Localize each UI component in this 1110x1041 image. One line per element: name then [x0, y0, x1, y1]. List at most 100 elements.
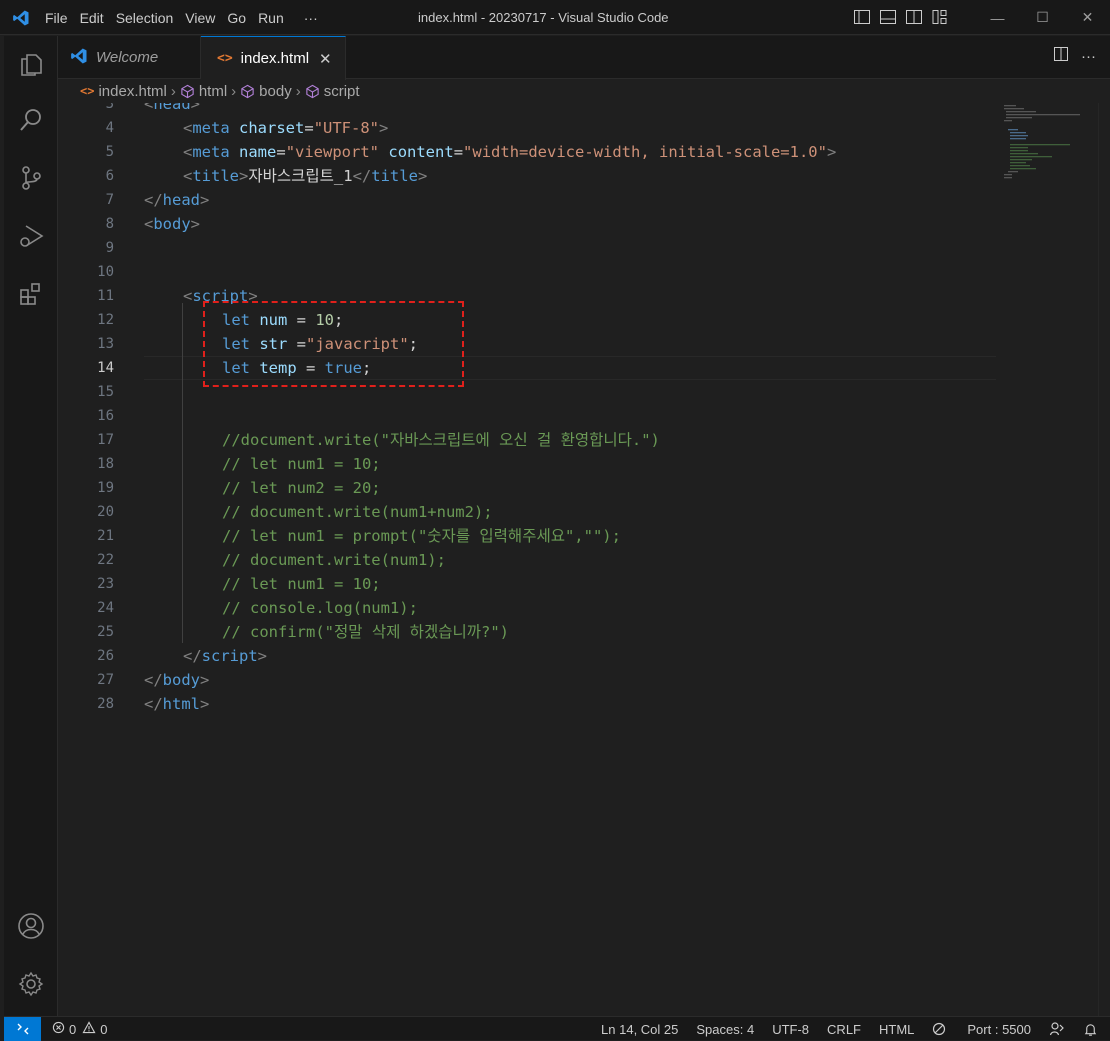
- remote-indicator-icon[interactable]: [4, 1017, 41, 1041]
- live-server-port[interactable]: Port : 5500: [932, 1022, 1031, 1037]
- line-number: 22: [97, 552, 114, 568]
- line-number: 7: [105, 192, 114, 208]
- accounts-status-icon[interactable]: [1049, 1021, 1065, 1037]
- line-number: 6: [105, 168, 114, 184]
- explorer-icon[interactable]: [4, 42, 58, 86]
- tab-welcome-label: Welcome: [96, 49, 159, 66]
- code-line: </script>: [183, 647, 268, 665]
- menu-go[interactable]: Go: [222, 10, 251, 26]
- line-number: 17: [97, 432, 114, 448]
- warning-icon: [82, 1021, 96, 1037]
- line-number: 9: [105, 240, 114, 256]
- breadcrumb-file[interactable]: index.html: [98, 83, 166, 100]
- line-number: 10: [97, 264, 114, 280]
- code-line: <title>자바스크립트_1</title>: [183, 167, 428, 185]
- line-number: 5: [105, 144, 114, 160]
- line-number-active: 14: [97, 360, 114, 376]
- symbol-element-icon: [240, 84, 255, 99]
- line-number: 16: [97, 408, 114, 424]
- warning-count: 0: [100, 1021, 108, 1037]
- manage-gear-icon[interactable]: [4, 962, 58, 1006]
- editor-tabs: Welcome <> index.html ✕ ···: [58, 36, 1110, 80]
- symbol-element-icon: [180, 84, 195, 99]
- split-editor-icon[interactable]: [1053, 46, 1069, 66]
- line-number: 21: [97, 528, 114, 544]
- symbol-element-icon: [305, 84, 320, 99]
- line-number: 26: [97, 648, 114, 664]
- toggle-panel-icon[interactable]: [879, 8, 897, 26]
- menu-more[interactable]: ···: [299, 10, 323, 26]
- line-number: 25: [97, 624, 114, 640]
- search-icon[interactable]: [4, 98, 58, 142]
- language-mode[interactable]: HTML: [879, 1022, 914, 1037]
- menu-file[interactable]: File: [40, 10, 73, 26]
- close-window-button[interactable]: ✕: [1065, 0, 1110, 35]
- code-line: </body>: [144, 671, 210, 689]
- line-number: 8: [105, 216, 114, 232]
- code-line: </html>: [144, 695, 210, 713]
- tab-index-html[interactable]: <> index.html ✕: [201, 36, 346, 80]
- toggle-primary-sidebar-icon[interactable]: [853, 8, 871, 26]
- line-number: 24: [97, 600, 114, 616]
- menu-run[interactable]: Run: [253, 10, 289, 26]
- breadcrumb-script[interactable]: script: [324, 83, 360, 100]
- source-control-icon[interactable]: [4, 156, 58, 200]
- cursor-position[interactable]: Ln 14, Col 25: [601, 1022, 678, 1037]
- tab-welcome[interactable]: Welcome: [58, 36, 201, 79]
- line-number: 23: [97, 576, 114, 592]
- code-editor[interactable]: 3 4 5 6 7 8 9 10 11 12 13 14 15 16 17 18…: [58, 103, 1110, 1016]
- status-bar: 0 0 Ln 14, Col 25 Spaces: 4 UTF-8 CRLF H…: [4, 1016, 1110, 1041]
- activity-bar: [4, 36, 58, 1016]
- problems-indicator[interactable]: 0 0: [52, 1021, 107, 1037]
- line-number: 13: [97, 336, 114, 352]
- toggle-secondary-sidebar-icon[interactable]: [905, 8, 923, 26]
- menu-edit[interactable]: Edit: [75, 10, 109, 26]
- extensions-icon[interactable]: [4, 272, 58, 316]
- window-controls: — ☐ ✕: [975, 0, 1110, 35]
- vertical-scrollbar[interactable]: [1098, 103, 1110, 1016]
- breadcrumb-html[interactable]: html: [199, 83, 227, 100]
- line-number: 12: [97, 312, 114, 328]
- code-line: <meta name="viewport" content="width=dev…: [183, 143, 837, 161]
- chevron-right-icon: ›: [231, 82, 237, 100]
- menu-selection[interactable]: Selection: [111, 10, 179, 26]
- line-number: 18: [97, 456, 114, 472]
- minimize-button[interactable]: —: [975, 0, 1020, 35]
- vscode-icon: [70, 47, 88, 69]
- code-comment: // console.log(num1);: [222, 599, 418, 617]
- tab-actions: ···: [1053, 46, 1096, 66]
- chevron-right-icon: ›: [170, 82, 176, 100]
- encoding[interactable]: UTF-8: [772, 1022, 809, 1037]
- run-debug-icon[interactable]: [4, 214, 58, 258]
- code-comment: // let num1 = 10;: [222, 575, 381, 593]
- maximize-button[interactable]: ☐: [1020, 0, 1065, 35]
- html-file-icon: <>: [80, 84, 95, 98]
- window-title: index.html - 20230717 - Visual Studio Co…: [418, 10, 669, 25]
- menu-bar: File Edit Selection View Go Run ···: [40, 0, 325, 35]
- code-line: </head>: [144, 191, 210, 209]
- line-number: 28: [97, 696, 114, 712]
- code-comment: // let num1 = 10;: [222, 455, 381, 473]
- notifications-bell-icon[interactable]: [1083, 1022, 1098, 1037]
- code-line: <head>: [144, 103, 201, 113]
- code-comment: // let num1 = prompt("숫자를 입력해주세요","");: [222, 527, 621, 545]
- indentation[interactable]: Spaces: 4: [696, 1022, 754, 1037]
- close-tab-icon[interactable]: ✕: [319, 50, 332, 68]
- code-comment: // document.write(num1);: [222, 551, 446, 569]
- chevron-right-icon: ›: [295, 82, 301, 100]
- accounts-icon[interactable]: [4, 904, 58, 948]
- minimap[interactable]: [1002, 103, 1110, 183]
- breadcrumb-body[interactable]: body: [259, 83, 292, 100]
- line-number: 15: [97, 384, 114, 400]
- code-line: <body>: [144, 215, 201, 233]
- vscode-logo-icon[interactable]: [12, 9, 30, 32]
- error-count: 0: [69, 1021, 77, 1037]
- status-right: Ln 14, Col 25 Spaces: 4 UTF-8 CRLF HTML …: [583, 1021, 1098, 1037]
- customize-layout-icon[interactable]: [931, 8, 949, 26]
- line-number: 11: [97, 288, 114, 304]
- code-comment: // document.write(num1+num2);: [222, 503, 493, 521]
- line-ending[interactable]: CRLF: [827, 1022, 861, 1037]
- more-actions-button[interactable]: ···: [1081, 48, 1096, 65]
- menu-view[interactable]: View: [180, 10, 220, 26]
- line-number: 20: [97, 504, 114, 520]
